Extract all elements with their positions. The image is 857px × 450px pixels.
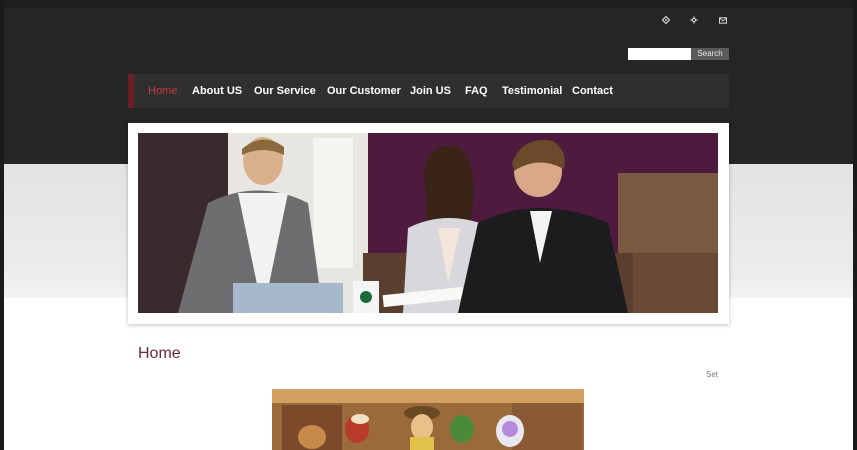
search-input[interactable] [628,48,692,60]
set-link[interactable]: Set [706,370,718,379]
page-title: Home [138,345,181,362]
hero-banner [128,123,729,324]
home-icon[interactable] [660,15,672,28]
nav-item-our-customer[interactable]: Our Customer [327,74,401,108]
nav-item-our-service[interactable]: Our Service [254,74,316,108]
nav-item-about-us[interactable]: About US [192,74,242,108]
main-nav: Home About US Our Service Our Customer J… [128,74,729,108]
nav-item-faq[interactable]: FAQ [465,74,488,108]
mail-icon[interactable] [717,16,729,28]
hero-photo-illustration [138,133,718,313]
hero-photo [138,133,718,313]
nav-item-join-us[interactable]: Join US [410,74,451,108]
search-button[interactable]: Search [691,48,729,60]
sitemap-icon[interactable] [688,16,700,28]
content-image-illustration [272,389,584,450]
nav-item-testimonial[interactable]: Testimonial [502,74,562,108]
window-top-frame [0,0,857,8]
content-image [272,389,584,450]
nav-item-home[interactable]: Home [148,74,177,108]
nav-item-contact[interactable]: Contact [572,74,613,108]
window-right-frame [853,0,857,450]
